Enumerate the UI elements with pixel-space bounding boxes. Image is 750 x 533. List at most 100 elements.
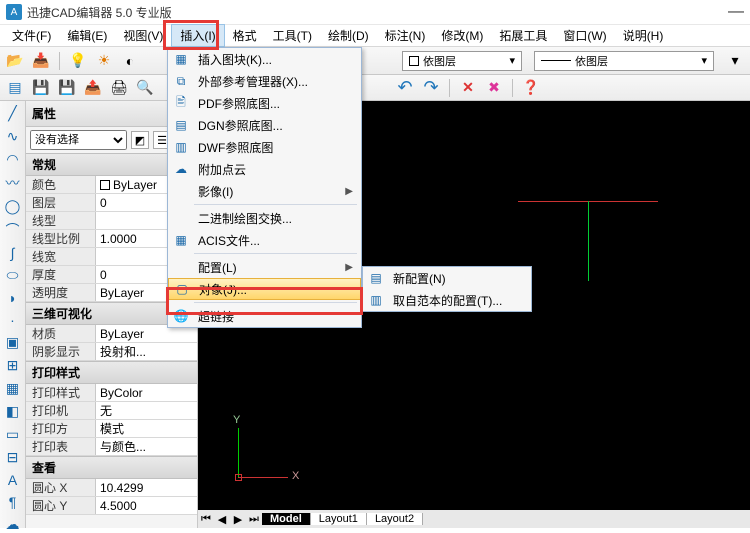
tab-first-icon[interactable]: ⏮ — [198, 513, 214, 526]
prop-pstyle-label: 打印样式 — [26, 384, 96, 401]
circle-icon[interactable]: ◯ — [4, 198, 22, 215]
prop-pmode-label: 打印方 — [26, 420, 96, 437]
arc-icon[interactable]: ◠ — [4, 151, 22, 168]
block-icon[interactable]: ▣ — [4, 334, 22, 351]
prop-cy-label: 圆心 Y — [26, 497, 96, 514]
mtext-icon[interactable]: ¶ — [4, 494, 22, 510]
menu-acis-file[interactable]: ▦ACIS文件... — [168, 229, 361, 251]
toolbar-main: 📂 📥 💡 ☀ ◐ 依图层 ▾ 依图层 ▾ ▾ — [0, 47, 750, 75]
redo-icon[interactable]: ↷ — [420, 77, 442, 99]
import-icon[interactable]: 📥 — [30, 50, 52, 72]
ellipsearc-icon[interactable]: ◗ — [4, 290, 22, 306]
menu-object[interactable]: ▢对象(J)... — [168, 278, 361, 300]
prop-printer-label: 打印机 — [26, 402, 96, 419]
new-icon[interactable]: ▤ — [4, 77, 26, 99]
region-icon[interactable]: ▭ — [4, 426, 22, 443]
ellipse-icon[interactable]: ⬭ — [4, 267, 22, 284]
menu-draw[interactable]: 绘制(D) — [320, 25, 377, 46]
text-icon[interactable]: A — [4, 472, 22, 488]
linetype-dropdown[interactable]: 依图层 ▾ — [534, 51, 714, 71]
tab-last-icon[interactable]: ⏭ — [246, 513, 262, 526]
xref-icon: ⧉ — [172, 72, 190, 90]
insert-icon[interactable]: ⊞ — [4, 357, 22, 374]
revcloud-icon[interactable]: ☁ — [4, 516, 22, 533]
draw-toolbar: ╱ ∿ ◠ 〰 ◯ ⌒ ∫ ⬭ ◗ · ▣ ⊞ ▦ ◧ ▭ ⊟ A ¶ ☁ — [0, 101, 26, 528]
menu-xref-manager[interactable]: ⧉外部参考管理器(X)... — [168, 70, 361, 92]
menu-insert-block[interactable]: ▦插入图块(K)... — [168, 48, 361, 70]
save-icon[interactable]: 💾 — [30, 77, 52, 99]
menu-insert[interactable]: 插入(I) — [171, 24, 224, 47]
crosshair-vertical — [588, 201, 589, 281]
app-title: 迅捷CAD编辑器 5.0 专业版 — [27, 4, 172, 21]
insert-menu: ▦插入图块(K)... ⧉外部参考管理器(X)... 🖹PDF参照底图... ▤… — [167, 47, 362, 328]
menu-tools[interactable]: 工具(T) — [265, 25, 320, 46]
menu-modify[interactable]: 修改(M) — [433, 25, 491, 46]
minimize-button[interactable]: — — [728, 3, 744, 21]
light-icon[interactable]: 💡 — [67, 50, 89, 72]
table-icon[interactable]: ⊟ — [4, 449, 22, 466]
menu-hyperlink[interactable]: 🌐超链接 — [168, 305, 361, 327]
prop-layer-label: 图层 — [26, 194, 96, 211]
lineweight-dropdown-icon[interactable]: ▾ — [724, 50, 746, 72]
menu-view[interactable]: 视图(V) — [115, 25, 171, 46]
menu-window[interactable]: 窗口(W) — [555, 25, 614, 46]
prop-shadow-value[interactable]: 投射和... — [96, 343, 197, 360]
preview-icon[interactable]: 🔍 — [134, 77, 156, 99]
line-icon[interactable]: ╱ — [4, 105, 22, 122]
prop-cx-value[interactable]: 10.4299 — [96, 479, 197, 496]
prop-cx-label: 圆心 X — [26, 479, 96, 496]
undo-icon[interactable]: ↶ — [394, 77, 416, 99]
menu-format[interactable]: 格式 — [225, 25, 265, 46]
prop-pstyle-value[interactable]: ByColor — [96, 384, 197, 401]
cancel-icon[interactable]: ✖ — [483, 77, 505, 99]
menu-dgn-underlay[interactable]: ▤DGN参照底图... — [168, 114, 361, 136]
gradient-icon[interactable]: ◧ — [4, 403, 22, 420]
prop-color-label: 颜色 — [26, 176, 96, 193]
delete-icon[interactable]: ✕ — [457, 77, 479, 99]
sun-icon[interactable]: ☀ — [93, 50, 115, 72]
exposure-icon[interactable]: ◐ — [119, 50, 141, 72]
freehand-icon[interactable]: 〰 — [4, 174, 22, 192]
menu-image[interactable]: 影像(I)▶ — [168, 180, 361, 202]
menu-pdf-underlay[interactable]: 🖹PDF参照底图... — [168, 92, 361, 114]
tab-layout2[interactable]: Layout2 — [367, 513, 423, 525]
polyline-icon[interactable]: ∿ — [4, 128, 22, 145]
menu-binary-exchange[interactable]: 二进制绘图交换... — [168, 207, 361, 229]
menu-file[interactable]: 文件(F) — [4, 25, 59, 46]
menu-dwf-underlay[interactable]: ▥DWF参照底图 — [168, 136, 361, 158]
selection-dropdown[interactable]: 没有选择 — [30, 130, 127, 150]
tab-prev-icon[interactable]: ◀ — [214, 513, 230, 526]
menu-annotate[interactable]: 标注(N) — [377, 25, 434, 46]
prop-pmode-value[interactable]: 模式 — [96, 420, 197, 437]
linetype-label: 依图层 — [575, 53, 608, 69]
tab-layout1[interactable]: Layout1 — [311, 513, 367, 525]
menu-bar: 文件(F) 编辑(E) 视图(V) 插入(I) 格式 工具(T) 绘制(D) 标… — [0, 25, 750, 47]
prop-ptable-value[interactable]: 与颜色... — [96, 438, 197, 455]
menu-help[interactable]: 说明(H) — [615, 25, 672, 46]
submenu-new-config[interactable]: ▤新配置(N) — [363, 267, 531, 289]
saveall-icon[interactable]: 💾 — [56, 77, 78, 99]
print-icon[interactable]: 🖨 — [108, 77, 130, 99]
newconfig-icon: ▤ — [367, 269, 385, 287]
point-icon[interactable]: · — [4, 312, 22, 328]
block-icon: ▦ — [172, 50, 190, 68]
hatch-icon[interactable]: ▦ — [4, 380, 22, 397]
spline-icon[interactable]: ∫ — [4, 245, 22, 261]
open-icon[interactable]: 📂 — [4, 50, 26, 72]
export-icon[interactable]: 📤 — [82, 77, 104, 99]
help-icon[interactable]: ❓ — [520, 77, 542, 99]
arc2-icon[interactable]: ⌒ — [4, 221, 22, 239]
prop-cy-value[interactable]: 4.5000 — [96, 497, 197, 514]
menu-config[interactable]: 配置(L)▶ — [168, 256, 361, 278]
prop-printer-value[interactable]: 无 — [96, 402, 197, 419]
layer-color-dropdown[interactable]: 依图层 ▾ — [402, 51, 522, 71]
tab-next-icon[interactable]: ▶ — [230, 513, 246, 526]
template-icon: ▥ — [367, 291, 385, 309]
pick-icon[interactable]: ◩ — [131, 131, 149, 149]
tab-model[interactable]: Model — [262, 513, 311, 525]
menu-pointcloud[interactable]: ☁附加点云 — [168, 158, 361, 180]
menu-extend[interactable]: 拓展工具 — [491, 25, 555, 46]
menu-edit[interactable]: 编辑(E) — [59, 25, 115, 46]
app-logo-icon: A — [6, 4, 22, 20]
submenu-config-from-template[interactable]: ▥取自范本的配置(T)... — [363, 289, 531, 311]
